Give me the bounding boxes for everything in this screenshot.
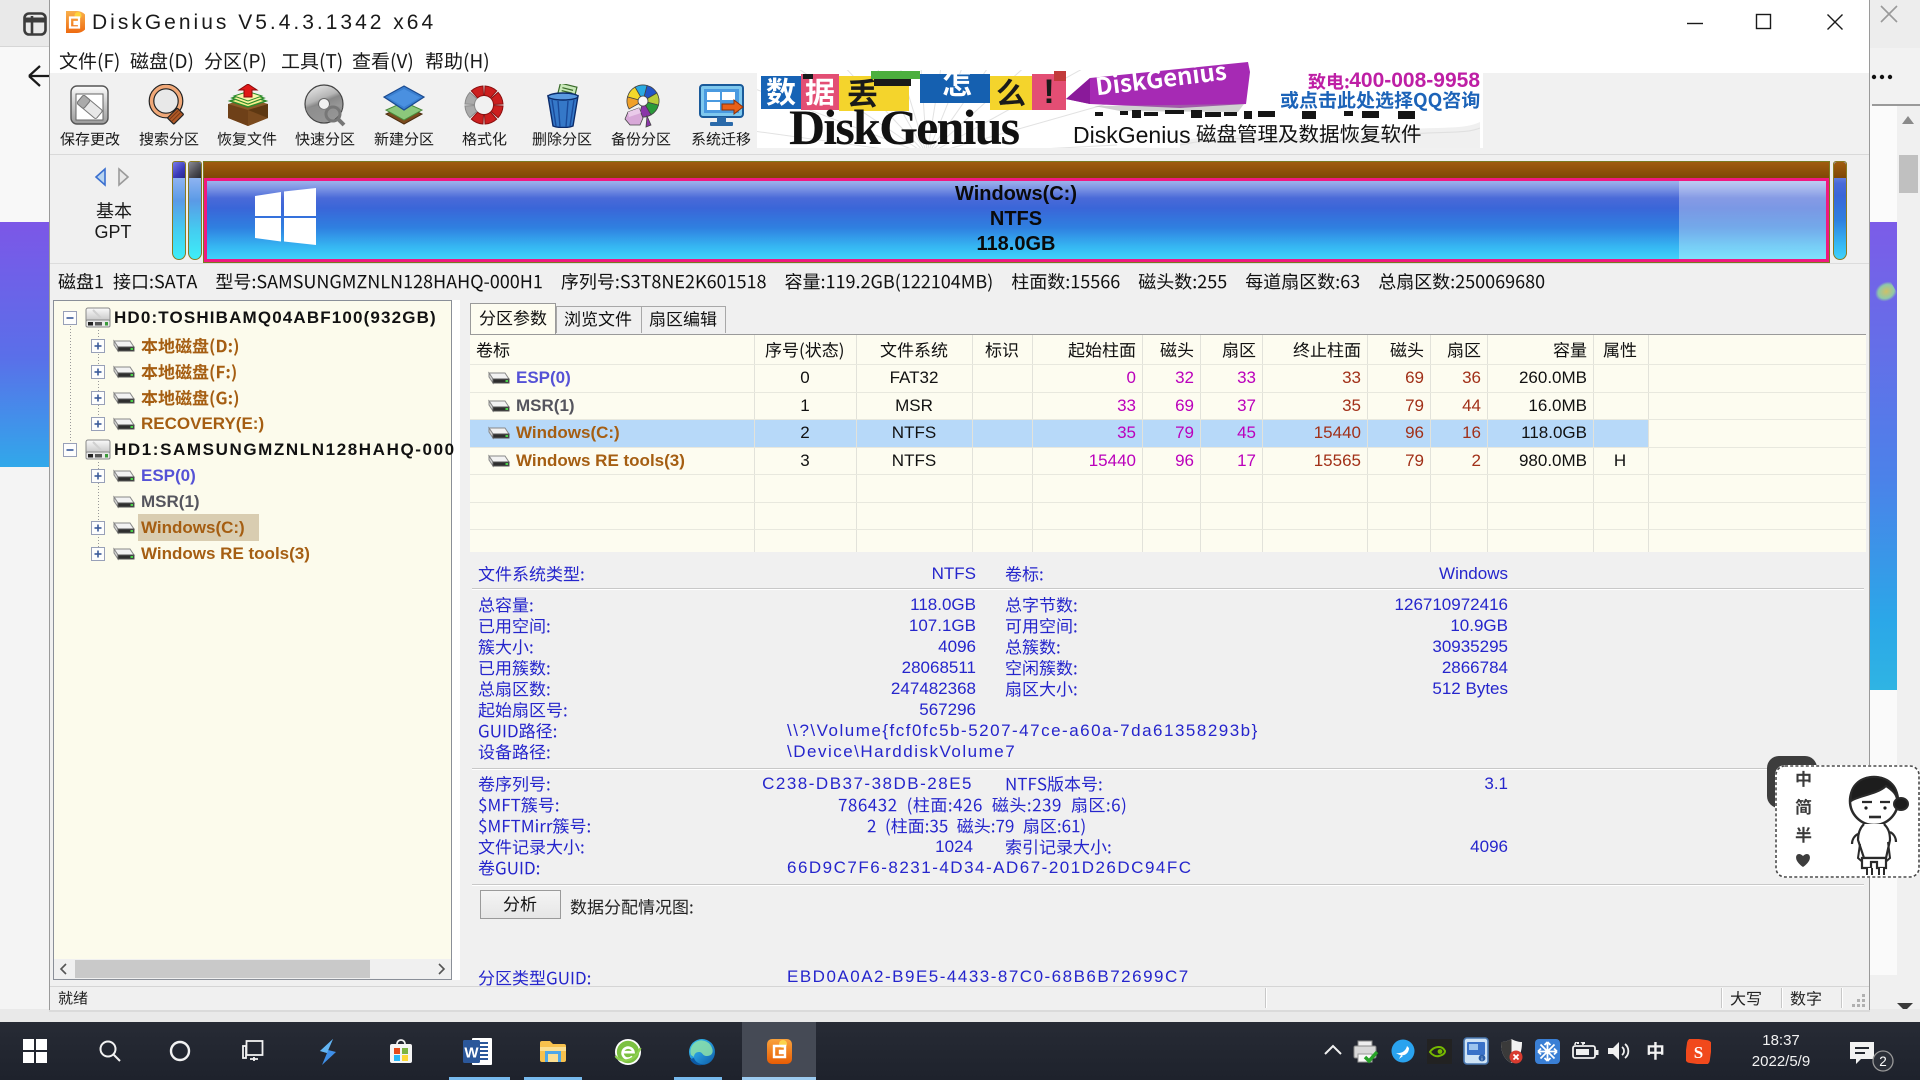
svg-text:S: S bbox=[1694, 1043, 1703, 1062]
svg-text:2: 2 bbox=[1879, 1054, 1887, 1069]
svg-text:i: i bbox=[1481, 1056, 1482, 1062]
svg-text:W: W bbox=[464, 1045, 479, 1062]
